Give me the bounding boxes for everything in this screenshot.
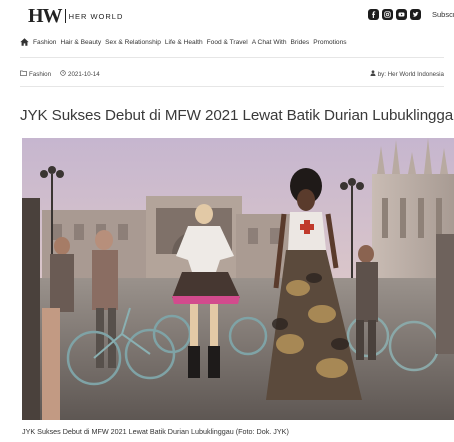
nav-item-life-health[interactable]: Life & Health [165, 39, 203, 46]
article-hero-image [22, 138, 454, 420]
article-category-label: Fashion [29, 70, 52, 78]
article-author[interactable]: by: Her World Indonesia [370, 70, 444, 78]
instagram-icon[interactable] [382, 9, 393, 20]
nav-item-sex-relationship[interactable]: Sex & Relationship [105, 39, 161, 46]
logo-text: HER WORLD [68, 11, 124, 21]
nav-item-brides[interactable]: Brides [291, 39, 310, 46]
folder-icon [20, 70, 27, 78]
nav-item-food-travel[interactable]: Food & Travel [207, 39, 248, 46]
twitter-icon[interactable] [410, 9, 421, 20]
clock-icon [60, 70, 66, 78]
site-logo[interactable]: HW HER WORLD [28, 6, 123, 26]
nav-item-promotions[interactable]: Promotions [313, 39, 346, 46]
logo-mark: HW [28, 5, 63, 27]
image-caption: JYK Sukses Debut di MFW 2021 Lewat Batik… [22, 427, 289, 436]
subscribe-link[interactable]: Subscri [432, 10, 454, 19]
article-category[interactable]: Fashion [20, 70, 51, 78]
article-meta: Fashion 2021-10-14 by: Her World Indones… [20, 68, 444, 80]
article-date-label: 2021-10-14 [68, 70, 100, 78]
site-header: HW HER WORLD Subscri [0, 0, 454, 32]
nav-item-a-chat-with[interactable]: A Chat With [252, 39, 287, 46]
main-nav: Fashion Hair & Beauty Sex & Relationship… [20, 38, 347, 46]
logo-divider [64, 9, 66, 23]
nav-item-hair-beauty[interactable]: Hair & Beauty [60, 39, 101, 46]
social-links [368, 9, 421, 20]
home-icon[interactable] [20, 38, 29, 46]
nav-divider [20, 57, 444, 58]
article-date: 2021-10-14 [60, 70, 100, 78]
nav-item-fashion[interactable]: Fashion [33, 39, 56, 46]
meta-divider [20, 86, 444, 87]
article-title: JYK Sukses Debut di MFW 2021 Lewat Batik… [20, 107, 454, 124]
user-icon [370, 70, 376, 78]
youtube-icon[interactable] [396, 9, 407, 20]
article-author-label: by: Her World Indonesia [377, 70, 444, 78]
facebook-icon[interactable] [368, 9, 379, 20]
